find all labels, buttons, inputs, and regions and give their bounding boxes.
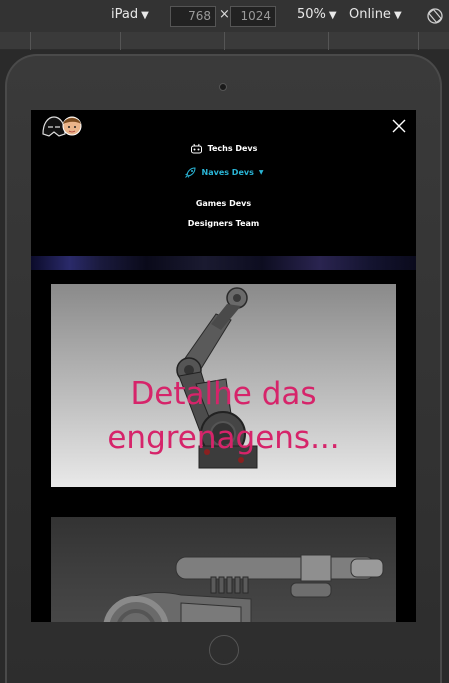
caption-line: engrenagens... <box>107 420 340 456</box>
nav-item-games-devs[interactable]: Games Devs <box>31 199 416 208</box>
gallery-caption: Detalhe das engrenagens... <box>51 372 396 460</box>
device-screen: Techs Devs Naves Devs ▼ Games Devs Desig… <box>31 110 416 622</box>
device-select-label: iPad <box>111 7 139 22</box>
site-logo[interactable] <box>39 114 85 138</box>
width-input[interactable]: 768 <box>170 6 216 27</box>
device-select[interactable]: iPad ▼ <box>111 7 149 22</box>
home-button[interactable] <box>209 635 239 665</box>
dropdown-caret-icon: ▼ <box>258 169 264 176</box>
zoom-select-label: 50% <box>297 7 326 22</box>
nav-item-designers-team[interactable]: Designers Team <box>31 219 416 228</box>
caret-down-icon: ▼ <box>393 10 402 21</box>
gallery-card[interactable] <box>51 517 396 622</box>
ruler-bar <box>0 32 449 50</box>
gallery-card[interactable]: Detalhe das engrenagens... <box>51 284 396 487</box>
close-icon[interactable] <box>391 118 407 134</box>
nav-label: Techs Devs <box>207 144 258 153</box>
rocket-icon <box>184 167 196 178</box>
nav-label: Designers Team <box>187 219 260 228</box>
robot-icon <box>190 143 202 154</box>
devtools-toolbar: iPad ▼ 768 × 1024 50% ▼ Online ▼ <box>0 0 449 32</box>
zoom-select[interactable]: 50% ▼ <box>297 7 337 22</box>
nav-item-techs-devs[interactable]: Techs Devs <box>31 143 416 156</box>
network-select-label: Online <box>349 7 391 22</box>
caret-down-icon: ▼ <box>141 10 149 21</box>
turret-image <box>103 554 384 622</box>
nav-label: Games Devs <box>195 199 252 208</box>
caption-line: Detalhe das <box>130 376 317 412</box>
caret-down-icon: ▼ <box>328 10 337 21</box>
dimension-separator: × <box>219 7 230 22</box>
nav-label: Naves Devs <box>201 168 254 177</box>
camera-icon <box>219 83 227 91</box>
nav-item-naves-devs[interactable]: Naves Devs ▼ <box>31 166 416 181</box>
network-select[interactable]: Online ▼ <box>349 7 402 22</box>
height-input[interactable]: 1024 <box>230 6 276 27</box>
rotate-icon[interactable] <box>426 7 444 25</box>
starfield-banner <box>31 256 416 270</box>
